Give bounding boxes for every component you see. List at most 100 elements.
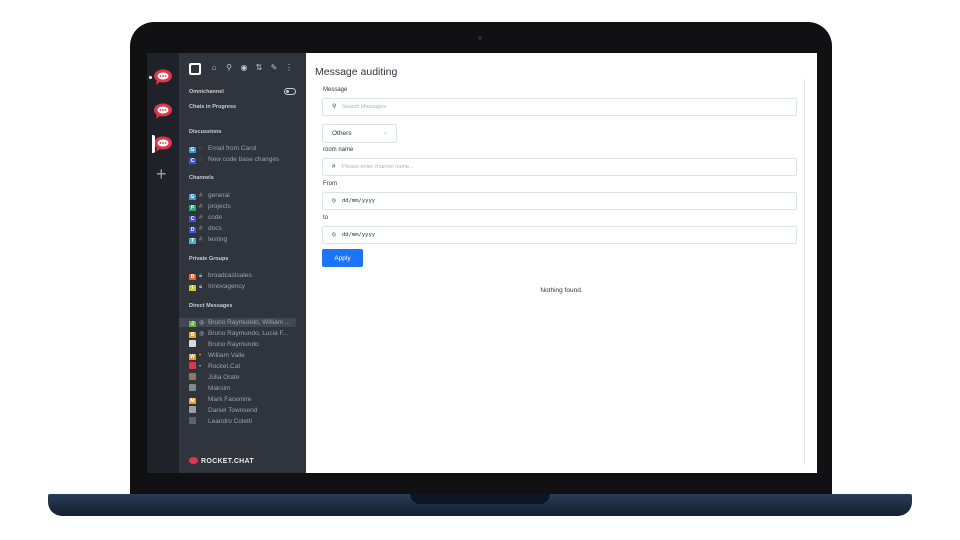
add-server-icon[interactable]: +	[156, 165, 167, 183]
sidebar-item-channel[interactable]: C # code	[189, 213, 306, 222]
status-away-icon: •	[199, 353, 202, 359]
server-icon-2[interactable]	[153, 101, 173, 121]
sidebar-item-label: Rocket.Cat	[208, 363, 241, 370]
sidebar-item-channel[interactable]: P # projects	[189, 202, 306, 211]
group-dm-icon: ◍	[199, 320, 205, 326]
dm-avatar: J	[189, 321, 196, 327]
brand-logo: ROCKET.CHAT	[189, 457, 254, 465]
empty-state-text: Nothing found.	[540, 287, 583, 294]
sidebar-item-dm[interactable]: Leandro Coletti	[189, 417, 306, 426]
rocket-chat-logo-icon	[189, 457, 198, 464]
sidebar-item-label: broadcastsales	[208, 272, 252, 279]
sidebar-item-dm[interactable]: Júlia Orate	[189, 373, 306, 382]
sidebar-item-channel[interactable]: D # docs	[189, 224, 306, 233]
section-direct-messages: Direct Messages	[189, 303, 233, 309]
room-avatar: P	[189, 205, 196, 211]
create-new-icon[interactable]: ✎	[269, 63, 279, 73]
laptop-base	[48, 494, 912, 516]
dm-avatar: M	[189, 398, 196, 404]
search-placeholder: Search Messages	[342, 104, 387, 110]
search-icon[interactable]: ⚲	[224, 63, 234, 73]
unread-dot	[149, 76, 152, 79]
message-label: Message	[323, 87, 348, 93]
section-channels: Channels	[189, 175, 214, 181]
sidebar-item-label: Daniel Townsend	[208, 407, 258, 414]
sidebar-item-channel[interactable]: G # general	[189, 191, 306, 200]
sidebar-item-discussion[interactable]: C ◌ New code base changes	[189, 155, 306, 164]
scrollbar-track[interactable]	[804, 79, 805, 465]
dm-avatar	[189, 406, 196, 413]
room-avatar: B	[189, 274, 196, 280]
sidebar-item-label: Leandro Coletti	[208, 418, 253, 425]
sidebar-item-label: Bruno Raymundo, Lucia F...	[208, 330, 289, 337]
directory-icon[interactable]: ◉	[239, 63, 249, 73]
room-placeholder: Please enter channel name...	[342, 164, 414, 170]
sidebar-item-label: Maksim	[208, 385, 231, 392]
dm-avatar: W	[189, 354, 196, 360]
room-avatar: D	[189, 227, 196, 233]
sidebar-item-label: projects	[208, 203, 231, 210]
sidebar-item-dm[interactable]: • Rocket.Cat	[189, 362, 306, 371]
sidebar-item-dm[interactable]: Maksim	[189, 384, 306, 393]
to-date-input[interactable]: ◷ dd/mm/yyyy	[322, 226, 797, 244]
more-options-icon[interactable]: ⋮	[284, 63, 294, 73]
hashtag-icon: #	[199, 226, 203, 232]
rocket-chat-icon	[154, 69, 172, 85]
rocket-chat-icon	[154, 103, 172, 119]
sidebar-item-dm-selected[interactable]: J ◍ Bruno Raymundo, William ...	[179, 318, 296, 327]
dm-avatar	[189, 384, 196, 391]
sidebar-item-dm[interactable]: M Mark Facemire	[189, 395, 306, 404]
from-date-input[interactable]: ◷ dd/mm/yyyy	[322, 192, 797, 210]
main-panel: Message auditing Message ⚲ Search Message…	[306, 53, 817, 473]
sidebar-item-label: Bruno Raymundo	[208, 341, 259, 348]
chevron-down-icon: ⌄	[382, 130, 388, 136]
room-avatar: I	[189, 285, 196, 291]
from-placeholder: dd/mm/yyyy	[342, 198, 376, 204]
dm-avatar	[189, 362, 196, 369]
status-online-icon: •	[199, 364, 202, 370]
brand-name: ROCKET.CHAT	[201, 458, 254, 465]
hashtag-icon: #	[199, 237, 203, 243]
to-label: to	[323, 215, 329, 221]
sidebar-item-channel[interactable]: T # testing	[189, 235, 306, 244]
sidebar-item-discussion[interactable]: G ◌ Email from Carol	[189, 144, 306, 153]
active-indicator	[152, 135, 155, 153]
hashtag-icon: #	[199, 204, 203, 210]
sidebar-item-group[interactable]: B 🔒︎ broadcastsales	[189, 271, 306, 280]
lock-icon: 🔒︎	[199, 273, 203, 279]
sidebar-item-dm[interactable]: W • William Valle	[189, 351, 306, 360]
room-avatar: G	[189, 147, 196, 153]
message-type-select[interactable]: Others ⌄	[322, 124, 397, 143]
sidebar-item-label: Mark Facemire	[208, 396, 252, 403]
sidebar-item-label: testing	[208, 236, 228, 243]
dm-avatar	[189, 417, 196, 424]
discussion-icon: ◌	[199, 146, 203, 152]
sidebar-item-dm[interactable]: Bruno Raymundo	[189, 340, 306, 349]
home-icon[interactable]: ⌂	[209, 63, 219, 73]
server-icon-1[interactable]	[149, 67, 173, 87]
room-name-input[interactable]: # Please enter channel name...	[322, 158, 797, 176]
section-private-groups: Private Groups	[189, 256, 229, 262]
sidebar-item-dm[interactable]: B ◍ Bruno Raymundo, Lucia F...	[189, 329, 306, 338]
room-avatar: C	[189, 216, 196, 222]
room-avatar: G	[189, 194, 196, 200]
sidebar-item-dm[interactable]: Daniel Townsend	[189, 406, 306, 415]
section-chats-in-progress: Chats in Progress	[189, 104, 237, 110]
user-avatar[interactable]	[189, 63, 201, 75]
room-name-label: room name	[323, 147, 354, 153]
group-dm-icon: ◍	[199, 331, 205, 337]
hashtag-icon: #	[332, 164, 336, 170]
sidebar-item-group[interactable]: I 🔒︎ Innovagency	[189, 282, 306, 291]
hashtag-icon: #	[199, 215, 203, 221]
dm-avatar	[189, 373, 196, 380]
search-input[interactable]: ⚲ Search Messages	[322, 98, 797, 116]
discussion-icon: ◌	[199, 157, 203, 163]
server-icon-3-active[interactable]	[152, 134, 173, 154]
sort-icon[interactable]: ⇅	[254, 63, 264, 73]
sidebar-item-label: Júlia Orate	[208, 374, 240, 381]
sidebar: ⌂ ⚲ ◉ ⇅ ✎ ⋮ Omnichannel Chats in Progres…	[179, 53, 306, 473]
page-title: Message auditing	[315, 66, 398, 78]
omnichannel-toggle[interactable]	[284, 88, 296, 95]
room-avatar: C	[189, 158, 196, 164]
apply-button[interactable]: Apply	[322, 249, 363, 267]
